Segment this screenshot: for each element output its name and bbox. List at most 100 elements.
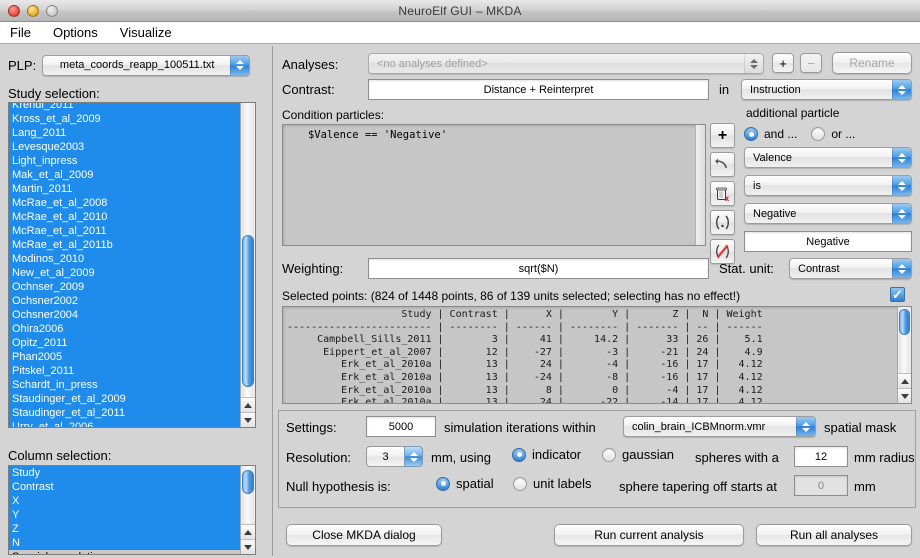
menu-options[interactable]: Options [53, 25, 98, 40]
list-item[interactable]: Urry_et_al_2006 [9, 420, 240, 427]
table-scroll-up-button[interactable] [898, 373, 911, 388]
list-item[interactable]: Staudinger_et_al_2011 [9, 406, 240, 420]
study-list-items[interactable]: Krendl_2011Kross_et_al_2009Lang_2011Leve… [9, 102, 240, 427]
close-window-icon[interactable] [8, 5, 20, 17]
list-item[interactable]: Phan2005 [9, 350, 240, 364]
study-selection-list[interactable]: Krendl_2011Kross_et_al_2009Lang_2011Leve… [8, 102, 256, 428]
column-list-scroll-down-button[interactable] [241, 539, 255, 554]
zoom-window-icon[interactable] [46, 5, 58, 17]
list-item[interactable]: Lang_2011 [9, 126, 240, 140]
contrast-in-value: Instruction [750, 84, 801, 96]
list-item[interactable]: Light_inpress [9, 154, 240, 168]
column-list-scroll-thumb[interactable] [242, 470, 254, 494]
or-radio[interactable] [811, 127, 825, 141]
list-item[interactable]: New_et_al_2009 [9, 266, 240, 280]
table-scroll-down-button[interactable] [898, 388, 911, 403]
close-dialog-button[interactable]: Close MKDA dialog [286, 524, 442, 546]
list-item[interactable]: Ochsner2002 [9, 294, 240, 308]
selected-points-checkbox[interactable]: ✓ [890, 287, 905, 302]
rename-analysis-button[interactable]: Rename [832, 52, 912, 74]
selected-points-table[interactable]: Study | Contrast | X | Y | Z | N | Weigh… [282, 306, 912, 404]
list-item[interactable]: Schardt_in_press [9, 378, 240, 392]
column-list-scroll-up-button[interactable] [241, 524, 255, 539]
spatial-radio[interactable] [436, 477, 450, 491]
unit-labels-radio[interactable] [513, 477, 527, 491]
weighting-input[interactable]: sqrt($N) [368, 258, 709, 279]
list-item[interactable]: McRae_et_al_2010 [9, 210, 240, 224]
delete-particle-button[interactable]: x [710, 181, 735, 206]
iterations-input[interactable]: 5000 [366, 416, 436, 437]
list-item[interactable]: Y [9, 508, 240, 522]
chevron-updown-icon [892, 176, 911, 195]
list-item[interactable]: Special_population [9, 550, 240, 554]
remove-analysis-button[interactable]: − [800, 53, 822, 73]
analyses-dropdown[interactable]: <no analyses defined> [368, 53, 764, 74]
list-item[interactable]: Contrast [9, 480, 240, 494]
radius-input[interactable]: 12 [794, 446, 848, 467]
resolution-label: Resolution: [286, 450, 351, 465]
list-item[interactable]: Mak_et_al_2009 [9, 168, 240, 182]
and-radio-label: and ... [764, 127, 797, 141]
resolution-spinner[interactable]: 3 [366, 446, 423, 467]
menu-visualize[interactable]: Visualize [120, 25, 172, 40]
gaussian-radio[interactable] [602, 448, 616, 462]
indicator-radio[interactable] [512, 448, 526, 462]
list-item[interactable]: Martin_2011 [9, 182, 240, 196]
spheres-text: spheres with a [695, 450, 779, 465]
particle-operator-dropdown[interactable]: is [744, 175, 912, 196]
list-item[interactable]: Staudinger_et_al_2009 [9, 392, 240, 406]
list-item[interactable]: Study [9, 466, 240, 480]
add-analysis-button[interactable]: + [772, 53, 794, 73]
chevron-updown-icon[interactable] [404, 446, 423, 467]
taper-value: 0 [818, 480, 824, 492]
study-list-scroll-thumb[interactable] [242, 235, 254, 387]
list-item[interactable]: McRae_et_al_2011b [9, 238, 240, 252]
list-item[interactable]: Ohira2006 [9, 322, 240, 336]
table-scroll-thumb[interactable] [899, 309, 910, 335]
list-item[interactable]: McRae_et_al_2011 [9, 224, 240, 238]
condition-particles-editor[interactable]: $Valence == 'Negative' [282, 124, 706, 246]
particle-value-value: Negative [753, 208, 796, 220]
list-item[interactable]: Ochnser_2009 [9, 280, 240, 294]
list-item[interactable]: Modinos_2010 [9, 252, 240, 266]
study-list-scrollbar[interactable] [240, 103, 255, 427]
list-item[interactable]: Z [9, 522, 240, 536]
list-item[interactable]: Levesque2003 [9, 140, 240, 154]
column-selection-list[interactable]: StudyContrastXYZNSpecial_population [8, 465, 256, 555]
add-particle-button[interactable]: + [710, 123, 735, 148]
menu-file[interactable]: File [10, 25, 31, 40]
taper-unit-text: mm [854, 479, 876, 494]
contrast-in-dropdown[interactable]: Instruction [741, 79, 912, 100]
taper-input[interactable]: 0 [794, 475, 848, 496]
table-scrollbar[interactable] [897, 307, 911, 403]
column-list-items[interactable]: StudyContrastXYZNSpecial_population [9, 466, 240, 554]
list-item[interactable]: McRae_et_al_2008 [9, 196, 240, 210]
minimize-window-icon[interactable] [27, 5, 39, 17]
study-list-scroll-up-button[interactable] [241, 397, 255, 412]
list-item[interactable]: Pitskel_2011 [9, 364, 240, 378]
particle-value-dropdown[interactable]: Negative [744, 203, 912, 224]
chevron-updown-icon [892, 148, 911, 167]
stat-unit-dropdown[interactable]: Contrast [789, 258, 912, 279]
condition-particles-scrollbar[interactable] [695, 125, 705, 245]
list-item[interactable]: Opitz_2011 [9, 336, 240, 350]
list-item[interactable]: Kross_et_al_2009 [9, 112, 240, 126]
undo-particle-button[interactable] [710, 152, 735, 177]
particle-field-value: Valence [753, 152, 792, 164]
list-item[interactable]: N [9, 536, 240, 550]
particle-text-input[interactable]: Negative [744, 231, 912, 252]
plp-dropdown[interactable]: meta_coords_reapp_100511.txt [42, 55, 250, 76]
parenthesize-particle-button[interactable] [710, 210, 735, 235]
run-all-analyses-button[interactable]: Run all analyses [756, 524, 912, 546]
spatial-mask-dropdown[interactable]: colin_brain_ICBMnorm.vmr [623, 416, 816, 437]
stat-unit-label: Stat. unit: [719, 261, 774, 276]
contrast-input[interactable]: Distance + Reinterpret [368, 79, 709, 100]
study-list-scroll-down-button[interactable] [241, 412, 255, 427]
and-radio[interactable] [744, 127, 758, 141]
list-item[interactable]: Krendl_2011 [9, 102, 240, 112]
list-item[interactable]: Ochsner2004 [9, 308, 240, 322]
run-current-analysis-button[interactable]: Run current analysis [554, 524, 744, 546]
list-item[interactable]: X [9, 494, 240, 508]
particle-field-dropdown[interactable]: Valence [744, 147, 912, 168]
column-list-scrollbar[interactable] [240, 466, 255, 554]
